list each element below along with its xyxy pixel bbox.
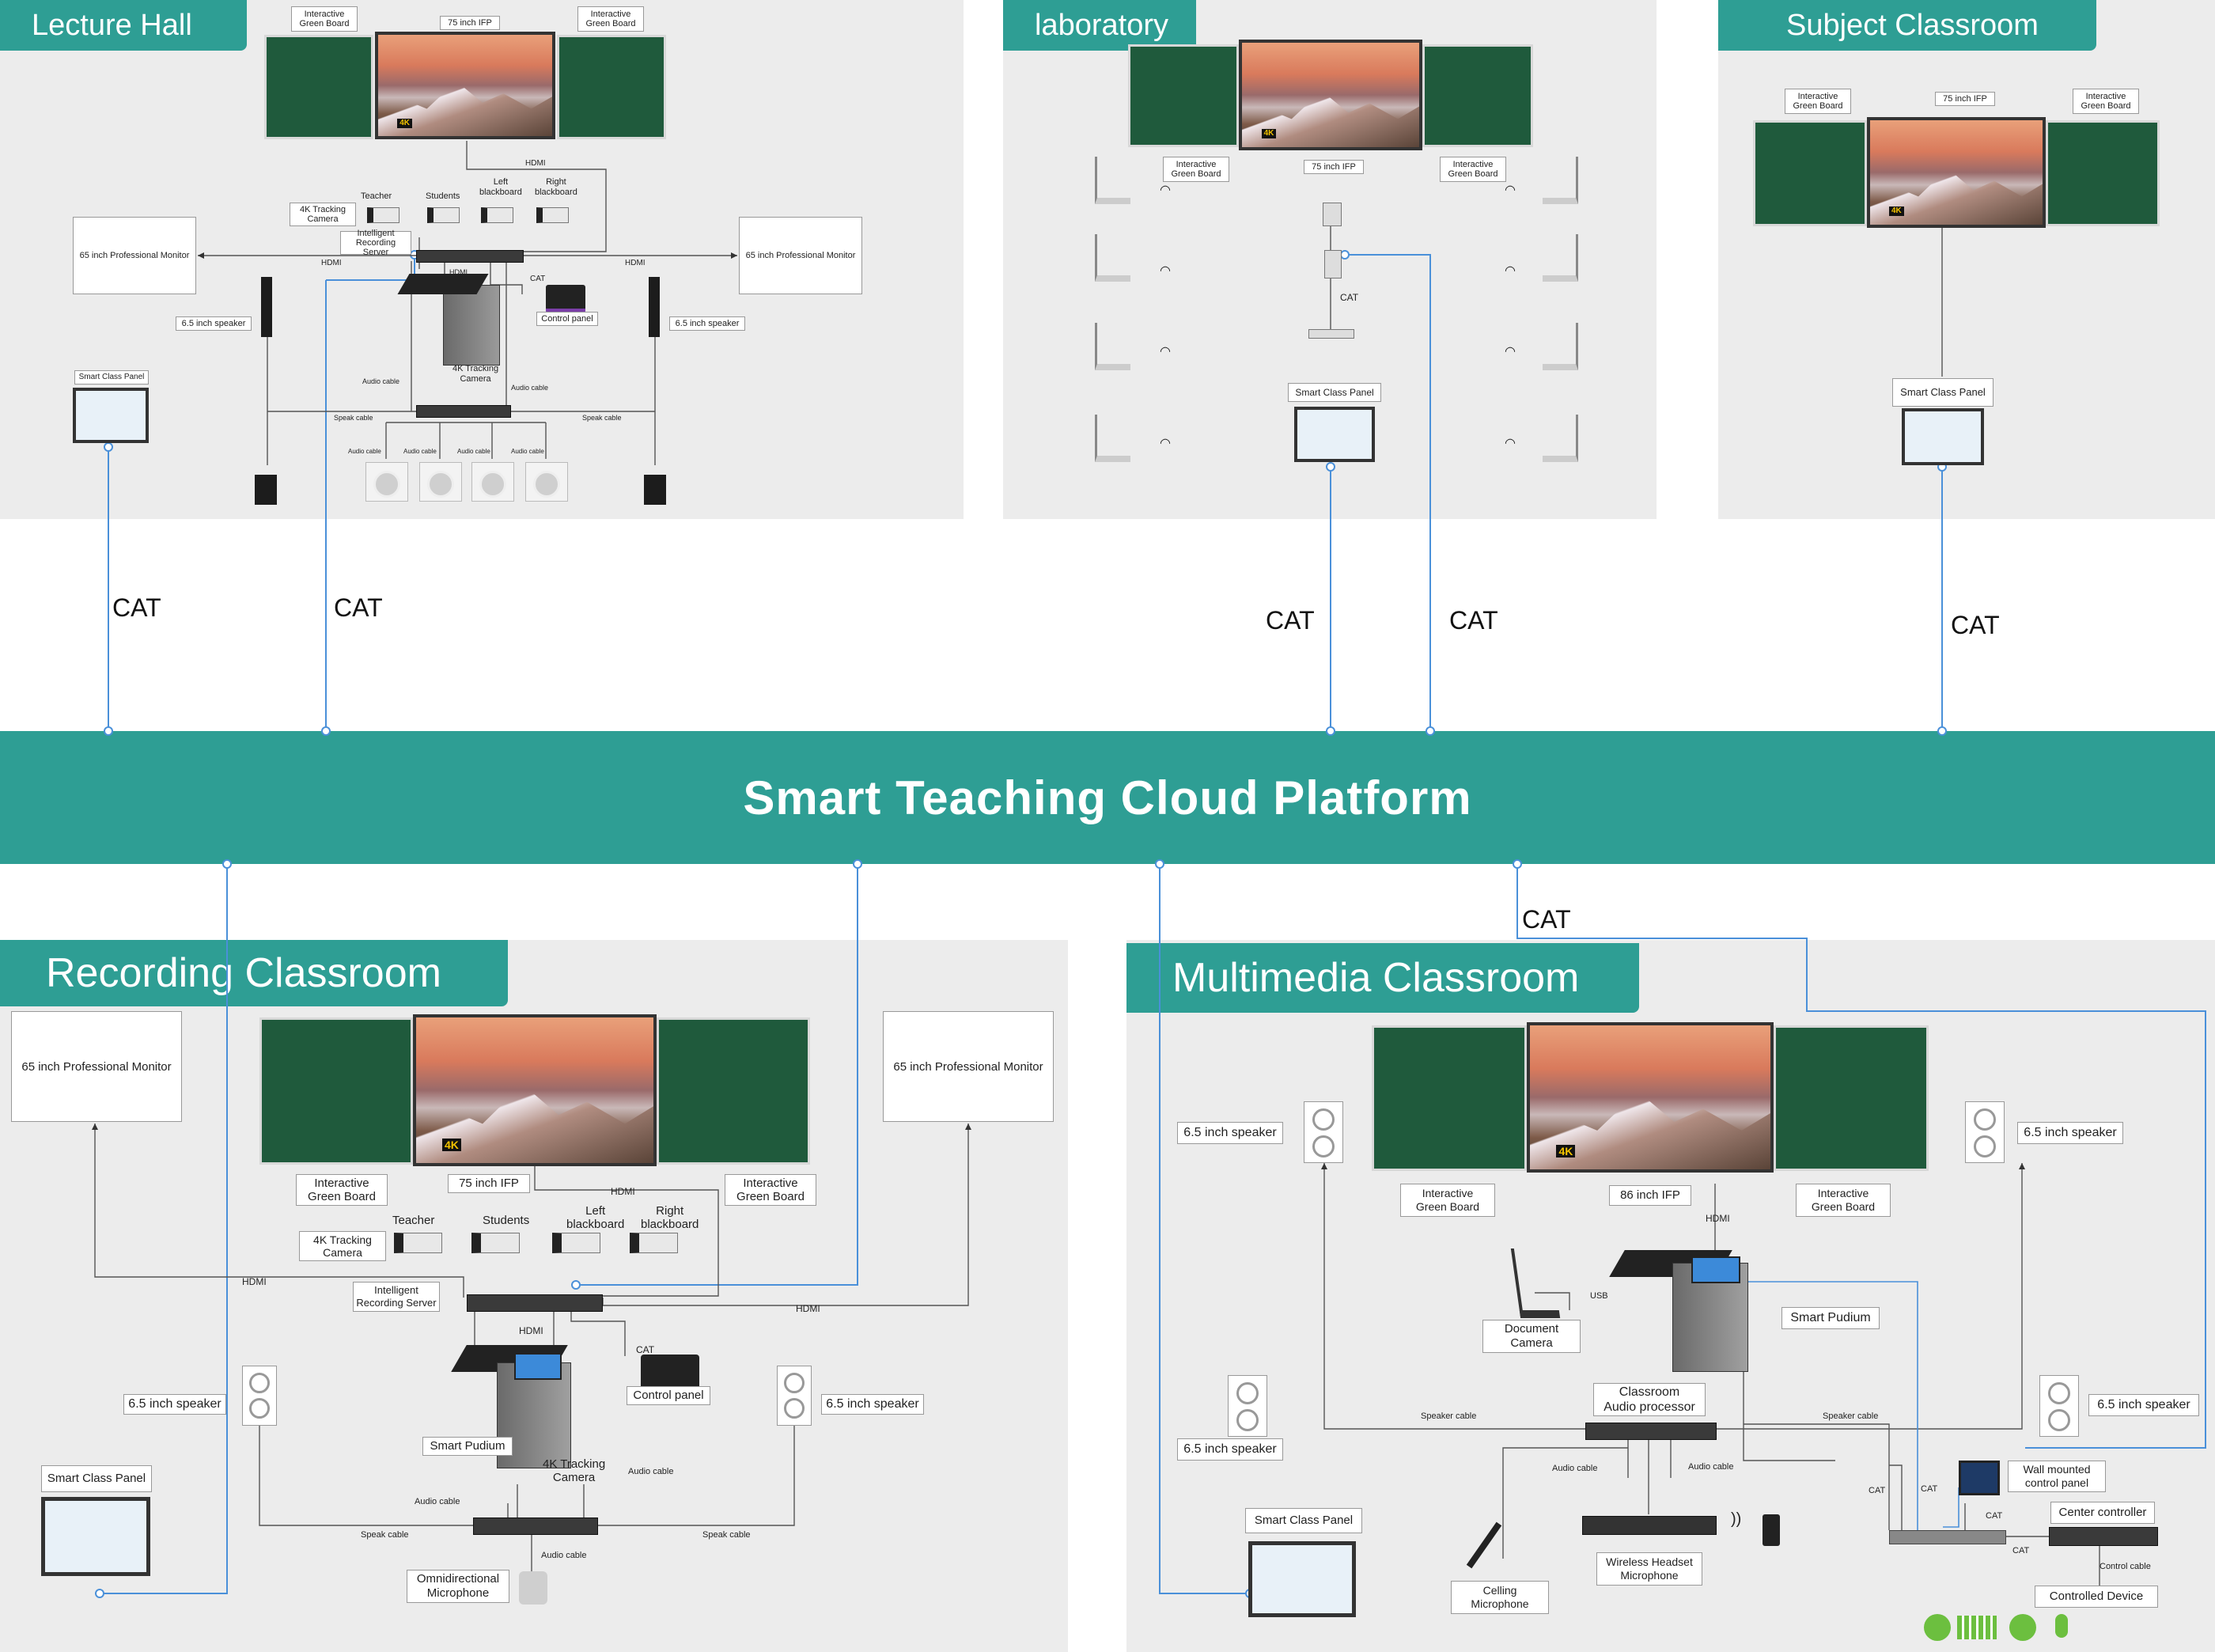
multimedia-wall-panel-label: Wall mounted control panel (2008, 1461, 2106, 1492)
multimedia-doc-camera-label: Document Camera (1482, 1320, 1581, 1353)
multimedia-control-cable-label: Control cable (2100, 1562, 2151, 1571)
multimedia-green-board-right (1774, 1025, 1929, 1171)
multimedia-igb-right-label: Interactive Green Board (1796, 1184, 1891, 1217)
multimedia-mic-status-icon (2055, 1614, 2068, 1638)
multimedia-smart-panel-label: Smart Class Panel (1245, 1508, 1362, 1533)
multimedia-speaker-br-icon (2039, 1375, 2079, 1437)
multimedia-audio-processor-label: Classroom Audio processor (1593, 1383, 1706, 1416)
multimedia-center-controller-icon (2049, 1527, 2158, 1546)
multimedia-smart-panel-icon (1248, 1541, 1356, 1617)
multimedia-smart-podium-label: Smart Pudium (1781, 1307, 1880, 1329)
multimedia-speaker-bl-icon (1228, 1375, 1267, 1437)
multimedia-ifp-label: 86 inch IFP (1609, 1185, 1691, 1206)
multimedia-speaker-bl-label: 6.5 inch speaker (1177, 1438, 1283, 1461)
multimedia-green-board-left (1372, 1025, 1527, 1171)
multimedia-igb-left-label: Interactive Green Board (1400, 1184, 1495, 1217)
multimedia-ifp-screen: 4K (1527, 1022, 1774, 1173)
multimedia-ceiling-mic-label: Celling Microphone (1451, 1581, 1549, 1614)
multimedia-cat-a: CAT (1869, 1486, 1886, 1495)
multimedia-audio-cable-right: Audio cable (1688, 1462, 1734, 1472)
multimedia-wires (1321, 1163, 2100, 1586)
multimedia-bulb-icon (1924, 1614, 1951, 1641)
multimedia-speak-cable-left: Speaker cable (1421, 1411, 1477, 1421)
multimedia-center-controller-label: Center controller (2050, 1502, 2155, 1524)
multimedia-podium-display-icon (1691, 1256, 1740, 1283)
multimedia-speaker-tl-icon (1304, 1101, 1343, 1163)
multimedia-speak-cable-right: Speaker cable (1823, 1411, 1879, 1421)
multimedia-power-icon (2009, 1614, 2036, 1641)
multimedia-cat-d: CAT (2012, 1546, 2030, 1555)
multimedia-speaker-br-label: 6.5 inch speaker (2088, 1394, 2199, 1416)
multimedia-audio-processor-icon (1585, 1423, 1717, 1440)
multimedia-speaker-tl-label: 6.5 inch speaker (1177, 1122, 1283, 1144)
multimedia-bodypack-icon (1763, 1514, 1780, 1546)
multimedia-audio-cable-left: Audio cable (1552, 1464, 1598, 1473)
multimedia-cat-c: CAT (1986, 1511, 2003, 1521)
multimedia-ac-icon (1957, 1616, 1997, 1639)
multimedia-controlled-device-label: Controlled Device (2035, 1586, 2158, 1608)
multimedia-cat-b: CAT (1921, 1484, 1938, 1494)
multimedia-speaker-tr-icon (1965, 1101, 2005, 1163)
multimedia-wireless-signal-icon: )) (1731, 1510, 1742, 1528)
multimedia-speaker-tr-label: 6.5 inch speaker (2017, 1122, 2123, 1144)
multimedia-switch-icon (1889, 1530, 2006, 1544)
multimedia-wireless-receiver-icon (1582, 1516, 1717, 1535)
multimedia-wall-panel-icon (1959, 1461, 2000, 1495)
multimedia-usb-label: USB (1590, 1291, 1608, 1301)
multimedia-wireless-mic-label: Wireless Headset Microphone (1596, 1552, 1702, 1586)
multimedia-hdmi-label: HDMI (1706, 1213, 1730, 1224)
